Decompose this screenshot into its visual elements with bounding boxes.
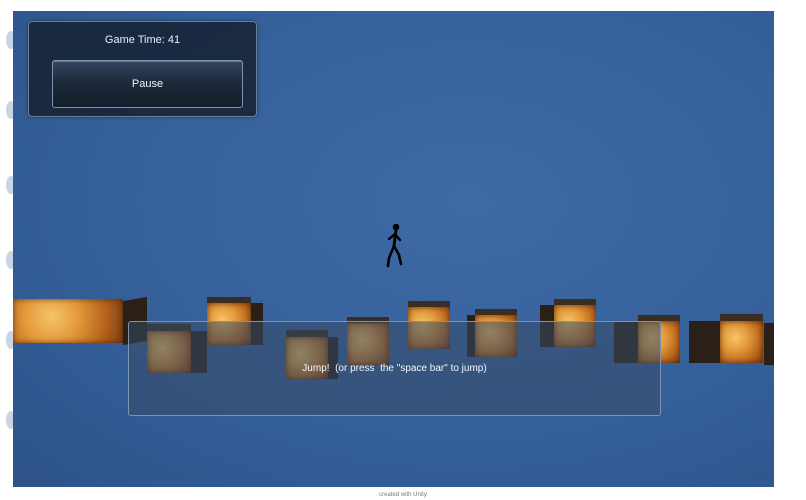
footer-credit: created with Unity [379,492,427,498]
jump-hint: Jump! (or press the "space bar" to jump) [302,363,487,374]
hud-panel: Game Time: 41 Pause [28,21,257,117]
stickman-icon [386,223,403,268]
game-time: Game Time: 41 [104,34,181,46]
left-edge-decoration [0,11,16,487]
crate-icon [689,314,763,363]
game-viewport[interactable]: Jump! (or press the "space bar" to jump)… [13,11,774,487]
pause-button[interactable]: Pause [52,60,243,108]
crate-icon [13,296,147,346]
crate-icon [764,323,774,365]
jump-area[interactable]: Jump! (or press the "space bar" to jump) [128,321,661,416]
